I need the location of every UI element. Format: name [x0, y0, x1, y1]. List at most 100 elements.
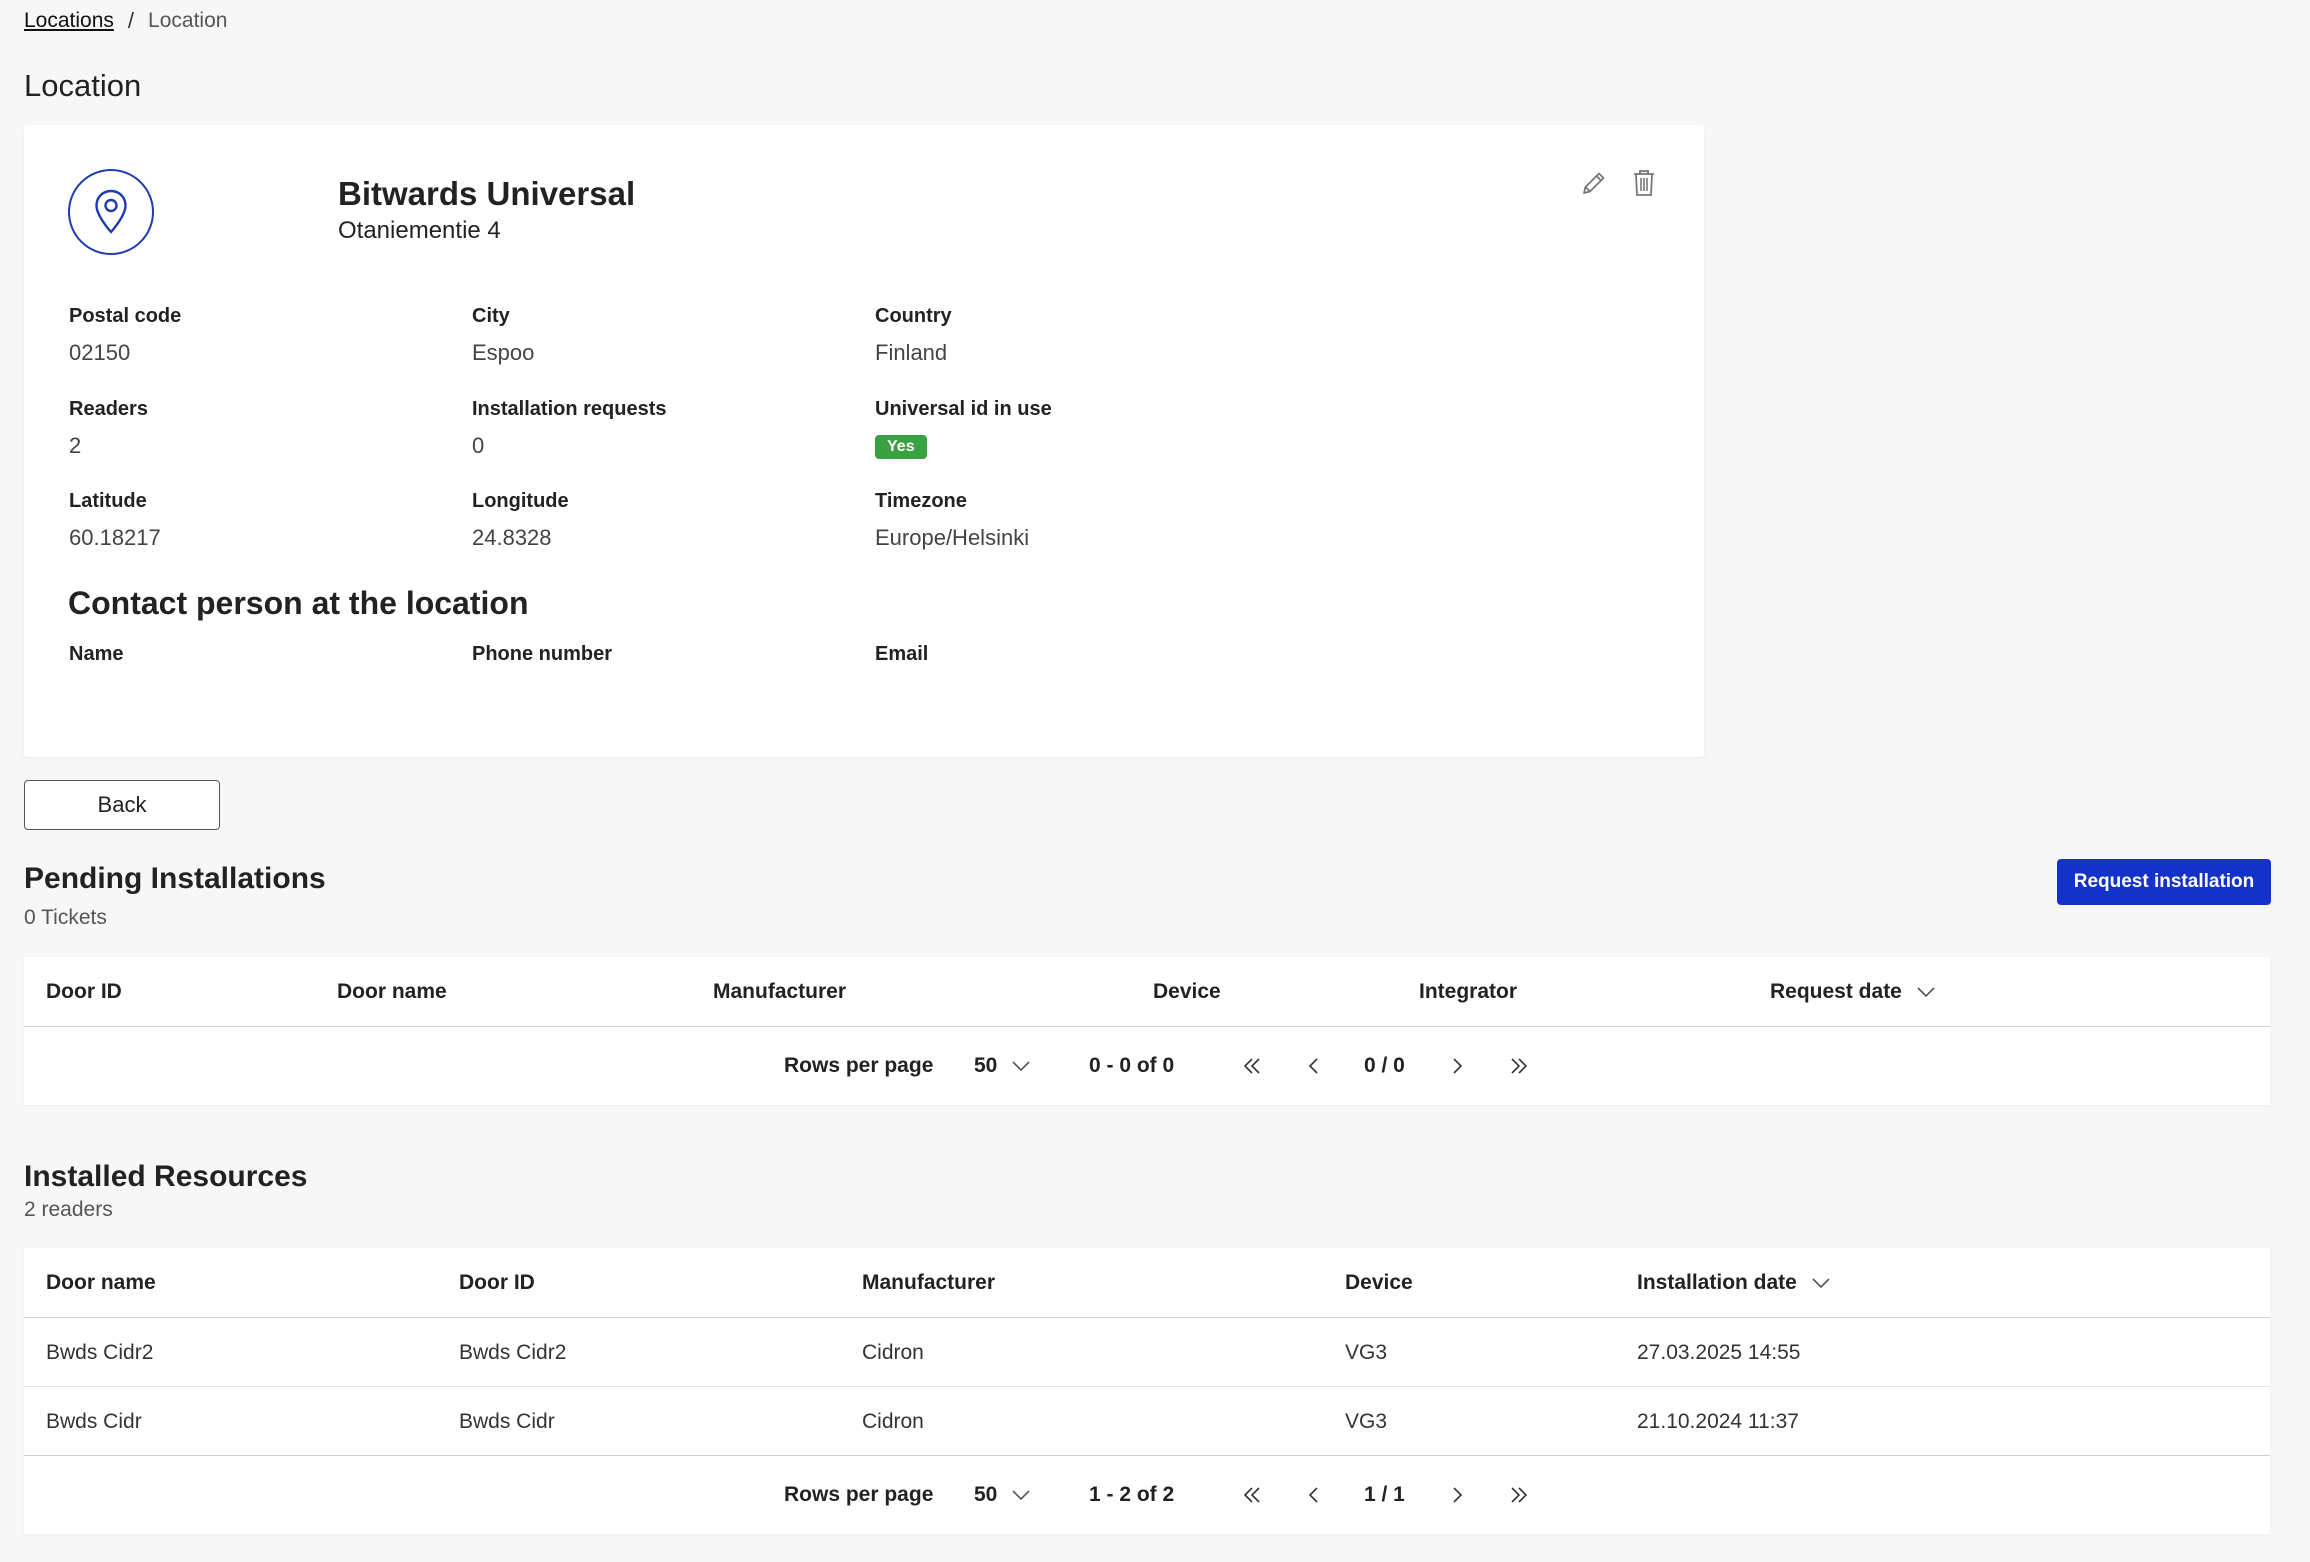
cell-door-name: Bwds Cidr2 — [46, 1340, 154, 1364]
field-label: Postal code — [69, 305, 182, 327]
location-name: Bitwards Universal — [338, 175, 636, 212]
next-page-icon[interactable] — [1451, 1456, 1465, 1534]
table-header: Door name Door ID Manufacturer Device In… — [24, 1248, 2270, 1318]
column-header[interactable]: Door name — [46, 1248, 156, 1318]
field-longitude: Longitude 24.8328 — [472, 490, 569, 551]
chevron-down-icon[interactable] — [1811, 1277, 1831, 1289]
previous-page-icon[interactable] — [1306, 1027, 1320, 1105]
cell-installation-date: 27.03.2025 14:55 — [1637, 1340, 1801, 1364]
pagination: Rows per page 50 0 - 0 of 0 0 / 0 — [24, 1027, 2270, 1105]
contact-phone: Phone number — [472, 643, 612, 666]
field-value: Europe/Helsinki — [875, 525, 1030, 550]
location-address: Otaniementie 4 — [338, 217, 501, 244]
last-page-icon[interactable] — [1509, 1027, 1529, 1105]
column-header-label: Installation date — [1637, 1271, 1797, 1294]
cell-device: VG3 — [1345, 1409, 1388, 1433]
field-readers: Readers 2 — [69, 398, 148, 459]
column-header[interactable]: Manufacturer — [862, 1248, 995, 1318]
field-country: Country Finland — [875, 305, 952, 366]
field-label: Latitude — [69, 490, 147, 512]
column-header[interactable]: Door name — [337, 957, 447, 1027]
column-header-label: Request date — [1770, 980, 1902, 1003]
table-row[interactable]: Bwds Cidr Bwds Cidr Cidron VG3 21.10.202… — [24, 1387, 2270, 1456]
field-value: 24.8328 — [472, 525, 552, 550]
contact-name: Name — [69, 643, 123, 666]
contact-title: Contact person at the location — [68, 585, 529, 621]
field-timezone: Timezone Europe/Helsinki — [875, 490, 1029, 551]
chevron-down-icon — [1011, 1489, 1031, 1501]
field-value: 60.18217 — [69, 525, 161, 550]
column-header[interactable]: Device — [1345, 1248, 1413, 1318]
field-value: Finland — [875, 340, 948, 365]
page-title: Location — [24, 68, 142, 103]
field-label: Country — [875, 305, 952, 327]
field-postal-code: Postal code 02150 — [69, 305, 181, 366]
next-page-icon[interactable] — [1451, 1027, 1465, 1105]
field-label: City — [472, 305, 510, 327]
installed-subtitle: 2 readers — [24, 1198, 113, 1221]
cell-manufacturer: Cidron — [862, 1340, 924, 1364]
edit-icon[interactable] — [1578, 167, 1610, 199]
field-label: Name — [69, 643, 124, 665]
column-header[interactable]: Manufacturer — [713, 957, 846, 1027]
rows-per-page-value: 50 — [974, 1054, 998, 1077]
field-label: Phone number — [472, 643, 613, 665]
pending-table: Door ID Door name Manufacturer Device In… — [24, 957, 2270, 1105]
location-pin-icon — [68, 169, 154, 255]
installed-title: Installed Resources — [24, 1160, 308, 1193]
cell-installation-date: 21.10.2024 11:37 — [1637, 1409, 1799, 1433]
pagination-page: 1 / 1 — [1364, 1483, 1405, 1506]
table-row[interactable]: Bwds Cidr2 Bwds Cidr2 Cidron VG3 27.03.2… — [24, 1318, 2270, 1387]
column-header-installation-date[interactable]: Installation date — [1637, 1248, 1831, 1318]
rows-per-page-label: Rows per page — [784, 1483, 934, 1506]
column-header[interactable]: Door ID — [46, 957, 122, 1027]
pagination-range: 1 - 2 of 2 — [1089, 1483, 1175, 1506]
chevron-down-icon[interactable] — [1916, 986, 1936, 998]
field-universal-id: Universal id in use Yes — [875, 398, 1052, 459]
pending-title: Pending Installations — [24, 862, 326, 895]
first-page-icon[interactable] — [1242, 1456, 1262, 1534]
table-header: Door ID Door name Manufacturer Device In… — [24, 957, 2270, 1027]
breadcrumb-separator: / — [127, 8, 135, 33]
pending-subtitle: 0 Tickets — [24, 906, 107, 929]
cell-door-name: Bwds Cidr — [46, 1409, 142, 1433]
field-label: Longitude — [472, 490, 569, 512]
field-value: Espoo — [472, 340, 535, 365]
field-label: Readers — [69, 398, 148, 420]
rows-per-page-value: 50 — [974, 1483, 998, 1506]
cell-device: VG3 — [1345, 1340, 1388, 1364]
location-card: Bitwards Universal Otaniementie 4 Postal… — [24, 125, 1704, 757]
cell-door-id: Bwds Cidr2 — [459, 1340, 567, 1364]
previous-page-icon[interactable] — [1306, 1456, 1320, 1534]
rows-per-page-select[interactable]: 50 — [974, 1456, 1031, 1534]
rows-per-page-select[interactable]: 50 — [974, 1027, 1031, 1105]
status-badge: Yes — [875, 435, 927, 459]
field-value: 02150 — [69, 340, 131, 365]
delete-icon[interactable] — [1628, 167, 1660, 199]
column-header[interactable]: Door ID — [459, 1248, 535, 1318]
chevron-down-icon — [1011, 1060, 1031, 1072]
breadcrumb-link-locations[interactable]: Locations — [24, 9, 114, 33]
field-label: Installation requests — [472, 398, 667, 420]
pagination: Rows per page 50 1 - 2 of 2 1 / 1 — [24, 1456, 2270, 1534]
field-installation-requests: Installation requests 0 — [472, 398, 667, 459]
breadcrumb-current: Location — [148, 9, 228, 32]
pagination-range: 0 - 0 of 0 — [1089, 1054, 1175, 1077]
field-label: Universal id in use — [875, 398, 1052, 420]
field-label: Timezone — [875, 490, 967, 512]
column-header[interactable]: Device — [1153, 957, 1221, 1027]
first-page-icon[interactable] — [1242, 1027, 1262, 1105]
last-page-icon[interactable] — [1509, 1456, 1529, 1534]
installed-table: Door name Door ID Manufacturer Device In… — [24, 1248, 2270, 1534]
contact-email: Email — [875, 643, 928, 666]
back-button[interactable]: Back — [24, 780, 220, 830]
breadcrumb: Locations / Location — [24, 8, 227, 34]
cell-door-id: Bwds Cidr — [459, 1409, 555, 1433]
rows-per-page-label: Rows per page — [784, 1054, 934, 1077]
field-latitude: Latitude 60.18217 — [69, 490, 161, 551]
column-header[interactable]: Integrator — [1419, 957, 1517, 1027]
column-header-request-date[interactable]: Request date — [1770, 957, 1936, 1027]
request-installation-button[interactable]: Request installation — [2057, 859, 2271, 905]
field-value: 0 — [472, 433, 485, 458]
cell-manufacturer: Cidron — [862, 1409, 924, 1433]
